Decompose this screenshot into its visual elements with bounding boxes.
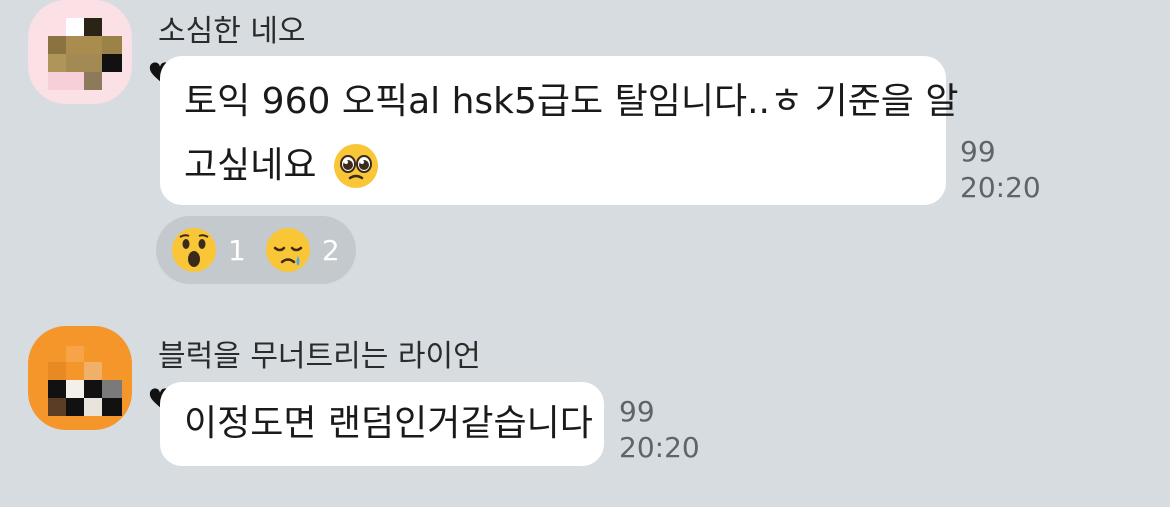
avatar-mosaic [48,72,84,90]
reaction-count: 2 [321,233,340,267]
avatar-mosaic [48,362,66,380]
avatar-mosaic [102,380,122,398]
avatar-mosaic [84,398,102,416]
avatar-mosaic [66,380,84,398]
avatar-mosaic [84,362,102,380]
reaction-item[interactable]: 1 [170,226,246,274]
message-time: 20:20 [960,171,1041,204]
sad-tear-face-emoji-icon [264,226,312,274]
sender-avatar-neo[interactable] [28,0,132,104]
reactions-bar[interactable]: 1 2 [156,216,356,284]
sender-name: 블럭을 무너트리는 라이언 [158,339,481,374]
avatar-mosaic [66,18,84,36]
reaction-item[interactable]: 2 [264,226,340,274]
avatar-mosaic [84,72,102,90]
avatar-mosaic [48,398,66,416]
avatar-mosaic [66,54,102,72]
sender-avatar-ryan[interactable] [28,326,132,430]
pleading-face-emoji-icon [332,142,380,190]
message-text-line: 이정도면 랜덤인거같습니다 [184,403,593,444]
avatar-mosaic [48,36,66,54]
avatar-mosaic [102,398,122,416]
message-text-line: 토익 960 오픽al hsk5급도 탈임니다..ㅎ 기준을 알 [184,81,959,122]
avatar-mosaic [66,346,84,362]
avatar-mosaic [84,18,102,36]
message-text-line: 고싶네요 [184,145,317,186]
avatar-mosaic [48,380,66,398]
reaction-count: 1 [228,233,246,267]
surprised-face-emoji-icon [170,226,218,274]
avatar-mosaic [48,54,66,72]
avatar-mosaic [102,54,122,72]
sender-name: 소심한 네오 [158,14,306,49]
message-time: 20:20 [619,431,700,464]
read-count: 99 [960,135,996,168]
avatar-mosaic [66,36,102,54]
message-bubble[interactable]: 이정도면 랜덤인거같습니다 [160,382,604,466]
avatar-mosaic [84,380,102,398]
read-count: 99 [619,395,655,428]
avatar-mosaic [102,36,122,54]
avatar-mosaic [66,398,84,416]
message-bubble[interactable]: 토익 960 오픽al hsk5급도 탈임니다..ㅎ 기준을 알 고싶네요 [160,56,959,205]
